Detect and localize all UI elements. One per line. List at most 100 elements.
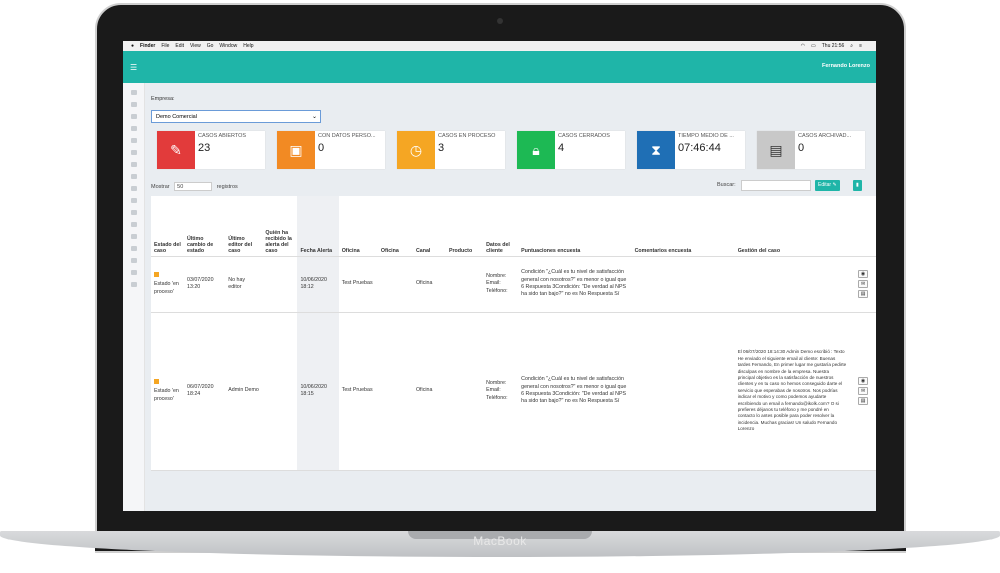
sidebar-copy-icon[interactable] (130, 246, 137, 251)
cell-cambio: 03/07/2020 13:20 (184, 256, 226, 313)
search-input[interactable] (741, 180, 811, 191)
entries-value: 50 (177, 184, 184, 190)
wifi-icon[interactable]: ◠ (801, 43, 805, 49)
menu-window[interactable]: Window (219, 43, 237, 49)
archive-icon[interactable]: ▤ (858, 397, 869, 405)
sidebar-list-icon[interactable] (130, 114, 137, 119)
status-square-icon (154, 271, 159, 277)
sidebar (123, 83, 145, 511)
stats-cards: ✎ CASOS ABIERTOS 23 ▣ CON DATOS PERSO... 0… (157, 131, 876, 169)
cell-recibido (262, 256, 298, 313)
table-row[interactable]: Estado 'en proceso' 03/07/2020 13:20 No … (151, 256, 876, 313)
col-datos-cliente[interactable]: Datos del cliente (483, 196, 519, 257)
sidebar-twitter-icon[interactable] (130, 210, 137, 215)
sidebar-chart-icon[interactable] (130, 186, 137, 191)
sidebar-arrow-icon[interactable] (130, 258, 137, 263)
card-value: 0 (318, 142, 325, 154)
cell-canal: Oficina (412, 312, 446, 471)
menu-go[interactable]: Go (207, 43, 214, 49)
cell-gestion (734, 256, 851, 313)
col-ultimo-cambio[interactable]: Último cambio de estado (184, 196, 226, 257)
mail-icon[interactable]: ✉ (858, 280, 869, 288)
sidebar-mail-icon[interactable] (130, 162, 137, 167)
card-en-proceso[interactable]: ◷ CASOS EN PROCESO 3 (397, 131, 505, 169)
archive-icon[interactable]: ▤ (858, 290, 869, 298)
empresa-select[interactable]: Demo Comercial ⌄ (151, 110, 321, 123)
status-square-icon (154, 378, 159, 384)
col-quien-recibido[interactable]: Quién ha recibido la alerta del caso (262, 196, 298, 257)
hourglass-icon: ⧗ (637, 131, 675, 169)
card-casos-abiertos[interactable]: ✎ CASOS ABIERTOS 23 (157, 131, 265, 169)
list-icon[interactable]: ≡ (859, 43, 862, 49)
menu-help[interactable]: Help (243, 43, 253, 49)
cell-producto (445, 312, 484, 471)
registros-label: registros (216, 184, 238, 190)
cell-comentarios (631, 256, 735, 313)
sidebar-grid-icon[interactable] (130, 102, 137, 107)
col-puntuaciones[interactable]: Puntuaciones encuesta (518, 196, 632, 257)
apple-menu[interactable]: ● (131, 43, 134, 49)
col-fecha-alerta[interactable]: Fecha Alerta (297, 196, 339, 257)
cell-editor: No hay editor (225, 256, 263, 313)
chevron-down-icon: ⌄ (311, 114, 317, 120)
sidebar-menu-icon[interactable] (130, 174, 137, 179)
col-comentarios[interactable]: Comentarios encuesta (631, 196, 735, 257)
col-canal[interactable]: Canal (412, 196, 446, 257)
menu-edit[interactable]: Edit (175, 43, 184, 49)
editar-button[interactable]: Editar ✎ (815, 180, 840, 191)
user-clock-icon: ◷ (397, 131, 435, 169)
col-oficina-2[interactable]: Oficina (377, 196, 413, 257)
sidebar-bars-icon[interactable] (130, 126, 137, 131)
menu-finder[interactable]: Finder (140, 43, 155, 49)
eye-icon[interactable]: ◉ (858, 270, 869, 278)
menu-file[interactable]: File (161, 43, 169, 49)
card-tiempo-medio[interactable]: ⧗ TIEMPO MEDIO DE ... 07:46:44 (637, 131, 745, 169)
archive-icon: ▤ (757, 131, 795, 169)
cell-oficina-2 (377, 256, 413, 313)
cell-actions: ◉ ✉ ▤ (850, 312, 876, 471)
card-title: CASOS CERRADOS (558, 133, 610, 139)
menu-view[interactable]: View (190, 43, 201, 49)
sidebar-edit-icon[interactable] (130, 270, 137, 275)
main-content: Empresa: Demo Comercial ⌄ ✎ CASOS ABIERT… (151, 96, 876, 511)
entries-select[interactable]: 50 (174, 182, 213, 191)
sidebar-link-icon[interactable] (130, 222, 137, 227)
search-icon[interactable]: ⌕ (850, 43, 853, 49)
card-datos-personales[interactable]: ▣ CON DATOS PERSO... 0 (277, 131, 385, 169)
eye-icon[interactable]: ◉ (858, 377, 869, 385)
buscar-label: Buscar: (717, 182, 736, 188)
sidebar-bell-icon[interactable] (130, 198, 137, 203)
cell-cliente: Nombre: Email: Teléfono: (483, 256, 519, 313)
document-icon: ▮ (856, 182, 859, 188)
card-title: CASOS EN PROCESO (438, 133, 496, 139)
card-archivados[interactable]: ▤ CASOS ARCHIVAD... 0 (757, 131, 865, 169)
user-lock-icon: 🔒︎ (517, 131, 555, 169)
sidebar-gear-icon[interactable] (130, 234, 137, 239)
cell-puntuaciones: Condición "¿Cuál es tu nivel de satisfac… (518, 256, 632, 313)
user-name[interactable]: Fernando Lorenzo (822, 63, 870, 69)
clock[interactable]: Thu 21:56 (822, 43, 845, 49)
brand-label: MacBook (473, 534, 527, 548)
cell-cliente: Nombre: Email: Teléfono: (483, 312, 519, 471)
col-producto[interactable]: Producto (445, 196, 484, 257)
hamburger-icon[interactable]: ☰ (130, 63, 137, 72)
sidebar-user-icon[interactable] (130, 150, 137, 155)
sidebar-search-icon[interactable] (130, 282, 137, 287)
table-row[interactable]: Estado 'en proceso' 06/07/2020 18:24 Adm… (151, 312, 876, 471)
cell-estado: Estado 'en proceso' (151, 256, 184, 313)
mail-icon[interactable]: ✉ (858, 387, 869, 395)
battery-icon[interactable]: ▭ (811, 43, 816, 49)
cell-actions: ◉ ✉ ▤ (850, 256, 876, 313)
cell-puntuaciones: Condición "¿Cuál es tu nivel de satisfac… (518, 312, 632, 471)
col-oficina[interactable]: Oficina (338, 196, 378, 257)
export-button[interactable]: ▮ (853, 180, 862, 191)
sidebar-chat-icon[interactable] (130, 138, 137, 143)
screen: ● Finder File Edit View Go Window Help ◠… (123, 41, 876, 511)
col-estado[interactable]: Estado del caso (151, 196, 184, 257)
sidebar-home-icon[interactable] (130, 90, 137, 95)
cell-gestion: El 06/07/2020 18:14:30 Admin Demo escrib… (734, 312, 851, 471)
camera (497, 18, 503, 24)
card-cerrados[interactable]: 🔒︎ CASOS CERRADOS 4 (517, 131, 625, 169)
col-gestion[interactable]: Gestión del caso (734, 196, 851, 257)
col-ultimo-editor[interactable]: Último editor del caso (225, 196, 263, 257)
